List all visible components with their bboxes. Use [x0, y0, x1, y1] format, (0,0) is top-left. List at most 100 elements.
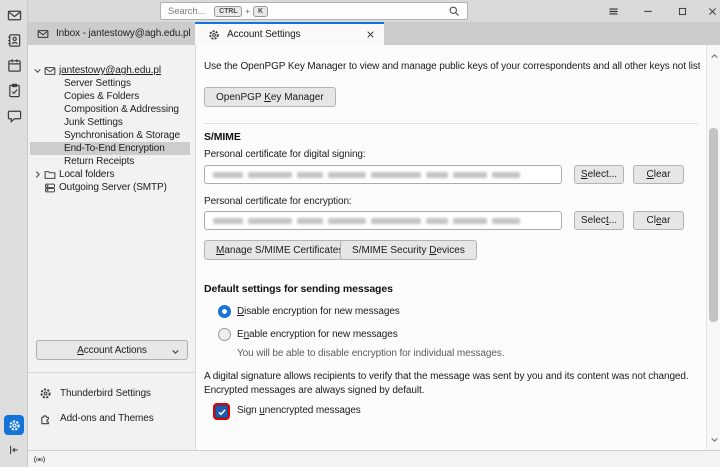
label-text: Manage S/MIME Certificates — [216, 245, 343, 256]
maximize-button[interactable] — [674, 3, 690, 19]
sidebar-item-outgoing-server[interactable]: Outgoing Server (SMTP) — [28, 181, 196, 194]
minimize-button[interactable] — [640, 3, 656, 19]
scrollbar-thumb[interactable] — [709, 128, 718, 322]
redacted-text — [248, 218, 292, 224]
search-placeholder: Search... — [168, 6, 205, 17]
address-book-space-button[interactable] — [0, 28, 28, 52]
select-signing-certificate-button[interactable]: Select... — [574, 165, 624, 184]
manage-smime-certificates-button[interactable]: Manage S/MIME Certificates — [204, 240, 355, 260]
close-window-button[interactable] — [704, 3, 720, 19]
sidebar-item-server-settings[interactable]: Server Settings — [28, 77, 196, 90]
account-email-label: jantestowy@agh.edu.pl — [59, 64, 161, 77]
addons-themes-link[interactable]: Add-ons and Themes — [39, 410, 154, 426]
encryption-certificate-label: Personal certificate for encryption: — [204, 196, 352, 207]
label-text: isable encryption for new messages — [244, 306, 400, 317]
redacted-text — [297, 218, 323, 224]
encryption-certificate-field[interactable] — [204, 211, 562, 230]
global-search-input[interactable]: Search... CTRL + K — [160, 2, 468, 20]
item-label: Local folders — [59, 168, 114, 181]
tab-close-icon[interactable] — [366, 30, 375, 39]
thunderbird-window: Search... CTRL + K Inbox - jantestowy@ag… — [0, 0, 720, 467]
settings-space-button-active[interactable] — [4, 415, 24, 435]
vertical-scrollbar — [706, 45, 720, 450]
chat-icon — [7, 108, 22, 123]
clear-encryption-certificate-button[interactable]: Clear — [633, 211, 684, 230]
smime-security-devices-button[interactable]: S/MIME Security Devices — [340, 240, 477, 260]
search-icon — [448, 5, 460, 17]
title-bar: Search... CTRL + K — [28, 0, 720, 22]
label-text: able encryption for new messages — [249, 329, 398, 340]
hamburger-menu-icon — [607, 5, 620, 18]
label-text: A — [77, 345, 84, 356]
sidebar-item-composition-addressing[interactable]: Composition & Addressing — [28, 103, 196, 116]
chat-space-button[interactable] — [0, 103, 28, 127]
label-text: evices — [436, 245, 464, 256]
sidebar-item-local-folders[interactable]: Local folders — [28, 168, 196, 181]
encryption-helper-text: You will be able to disable encryption f… — [237, 348, 504, 359]
item-label: Server Settings — [64, 77, 131, 90]
tasks-space-button[interactable] — [0, 78, 28, 102]
tab-inbox-label: Inbox - jantestowy@agh.edu.pl — [56, 28, 191, 39]
section-divider — [204, 123, 698, 124]
label-text: ey Manager — [271, 92, 324, 103]
close-icon — [707, 6, 718, 17]
radio-label: Enable encryption for new messages — [237, 329, 398, 340]
label-text: OpenPGP Key Manager — [216, 92, 324, 103]
redacted-text — [453, 172, 487, 178]
item-label: End-To-End Encryption — [64, 142, 165, 155]
label-text: Cl — [647, 215, 656, 226]
item-label: Junk Settings — [64, 116, 123, 129]
mail-tab-icon — [37, 28, 49, 40]
label-text: S/MIME Security Devices — [352, 245, 465, 256]
sidebar-item-synchronisation-storage[interactable]: Synchronisation & Storage — [28, 129, 196, 142]
radio-unselected-icon[interactable] — [218, 328, 231, 341]
sidebar-item-junk-settings[interactable]: Junk Settings — [28, 116, 196, 129]
scroll-down-arrow[interactable] — [707, 433, 720, 445]
enable-encryption-radio[interactable]: Enable encryption for new messages — [218, 327, 398, 341]
collapse-spaces-button[interactable] — [0, 441, 28, 459]
tab-account-settings-active[interactable]: Account Settings — [195, 22, 384, 45]
label-text: K — [264, 92, 271, 103]
scroll-up-arrow[interactable] — [707, 50, 720, 62]
sign-unencrypted-checkbox-checked-highlighted[interactable] — [215, 405, 228, 418]
thunderbird-settings-link[interactable]: Thunderbird Settings — [39, 385, 151, 401]
tab-inbox[interactable]: Inbox - jantestowy@agh.edu.pl — [28, 22, 194, 45]
item-label: Copies & Folders — [64, 90, 139, 103]
search-shortcut: CTRL + K — [214, 6, 268, 17]
folder-icon — [44, 169, 56, 181]
clear-signing-certificate-button[interactable]: Clear — [633, 165, 684, 184]
select-encryption-certificate-button[interactable]: Select... — [574, 211, 624, 230]
smime-heading: S/MIME — [204, 131, 241, 143]
label-text: E — [237, 329, 244, 340]
label-text: Clear — [647, 215, 671, 226]
disable-encryption-radio[interactable]: Disable encryption for new messages — [218, 304, 400, 318]
label-text: anage S/MIME Certificates — [224, 245, 343, 256]
label-text: Select... — [581, 215, 617, 226]
sidebar-item-return-receipts[interactable]: Return Receipts — [28, 155, 196, 168]
item-label: Return Receipts — [64, 155, 134, 168]
app-menu-button[interactable] — [605, 3, 621, 19]
plus-sign: + — [245, 7, 250, 16]
label-text: S — [581, 169, 588, 180]
account-actions-button[interactable]: Account Actions — [36, 340, 188, 360]
account-settings-sidebar: jantestowy@agh.edu.pl Server Settings Co… — [28, 45, 196, 450]
signing-certificate-field[interactable] — [204, 165, 562, 184]
sidebar-item-account[interactable]: jantestowy@agh.edu.pl — [28, 64, 196, 77]
sidebar-item-end-to-end-encryption-selected[interactable]: End-To-End Encryption — [30, 142, 190, 155]
radio-selected-icon[interactable] — [218, 305, 231, 318]
chevron-down-icon[interactable] — [33, 66, 42, 75]
divider — [28, 372, 196, 373]
redacted-text — [297, 172, 323, 178]
tab-account-settings-label: Account Settings — [227, 29, 300, 40]
redacted-text — [426, 218, 448, 224]
mail-space-button[interactable] — [0, 3, 28, 27]
chevron-right-icon[interactable] — [33, 170, 42, 179]
spaces-toolbar — [0, 0, 28, 467]
account-mail-icon — [44, 65, 56, 77]
calendar-space-button[interactable] — [0, 53, 28, 77]
openpgp-key-manager-button[interactable]: OpenPGP Key Manager — [204, 87, 336, 107]
sidebar-item-copies-folders[interactable]: Copies & Folders — [28, 90, 196, 103]
openpgp-description: Use the OpenPGP Key Manager to view and … — [204, 61, 700, 72]
label-text: ccount Actions — [84, 345, 147, 356]
ctrl-key-badge: CTRL — [214, 6, 242, 17]
